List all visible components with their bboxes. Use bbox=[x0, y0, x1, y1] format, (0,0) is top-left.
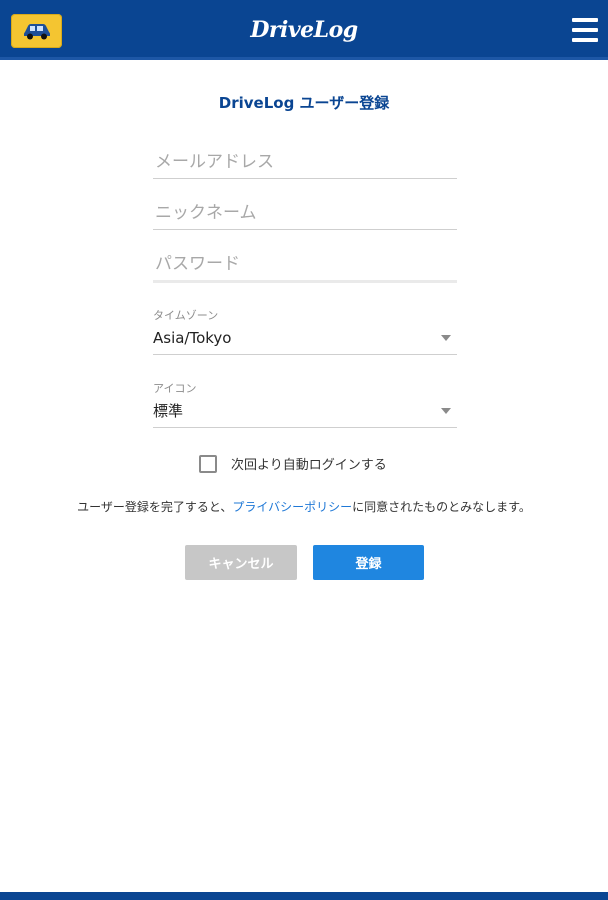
nickname-field-wrapper bbox=[153, 199, 457, 230]
email-field-wrapper bbox=[153, 148, 457, 179]
header-bar: DriveLog bbox=[0, 0, 608, 60]
cancel-button[interactable]: キャンセル bbox=[185, 545, 297, 580]
privacy-policy-link[interactable]: プライバシーポリシー bbox=[232, 500, 352, 514]
nickname-input[interactable] bbox=[153, 199, 457, 229]
icon-label: アイコン bbox=[153, 382, 197, 395]
hamburger-menu-icon[interactable] bbox=[572, 18, 598, 42]
icon-value: 標準 bbox=[153, 402, 184, 420]
privacy-text-after: に同意されたものとみなします。 bbox=[352, 500, 531, 514]
app-logo: DriveLog bbox=[250, 17, 358, 43]
register-button[interactable]: 登録 bbox=[313, 545, 424, 580]
icon-select-group: アイコン 標準 bbox=[153, 380, 457, 428]
privacy-text-before: ユーザー登録を完了すると、 bbox=[77, 500, 233, 514]
privacy-notice: ユーザー登録を完了すると、プライバシーポリシーに同意されたものとみなします。 bbox=[0, 498, 608, 515]
timezone-select[interactable]: Asia/Tokyo bbox=[153, 327, 457, 355]
chevron-down-icon bbox=[441, 408, 451, 414]
password-field-wrapper bbox=[153, 250, 457, 283]
icon-select[interactable]: 標準 bbox=[153, 400, 457, 428]
password-input[interactable] bbox=[153, 250, 457, 280]
timezone-label: タイムゾーン bbox=[153, 309, 219, 322]
page-title: DriveLog ユーザー登録 bbox=[218, 94, 390, 112]
chevron-down-icon bbox=[441, 335, 451, 341]
timezone-select-group: タイムゾーン Asia/Tokyo bbox=[153, 307, 457, 355]
timezone-value: Asia/Tokyo bbox=[153, 329, 232, 347]
auto-login-option[interactable]: 次回より自動ログインする bbox=[199, 454, 387, 473]
footer-bar bbox=[0, 892, 608, 900]
email-input[interactable] bbox=[153, 148, 457, 178]
app-root: DriveLog DriveLog ユーザー登録 タイムゾーン Asia/Tok… bbox=[0, 0, 608, 900]
auto-login-checkbox[interactable] bbox=[199, 454, 217, 473]
auto-login-label: 次回より自動ログインする bbox=[231, 458, 387, 473]
